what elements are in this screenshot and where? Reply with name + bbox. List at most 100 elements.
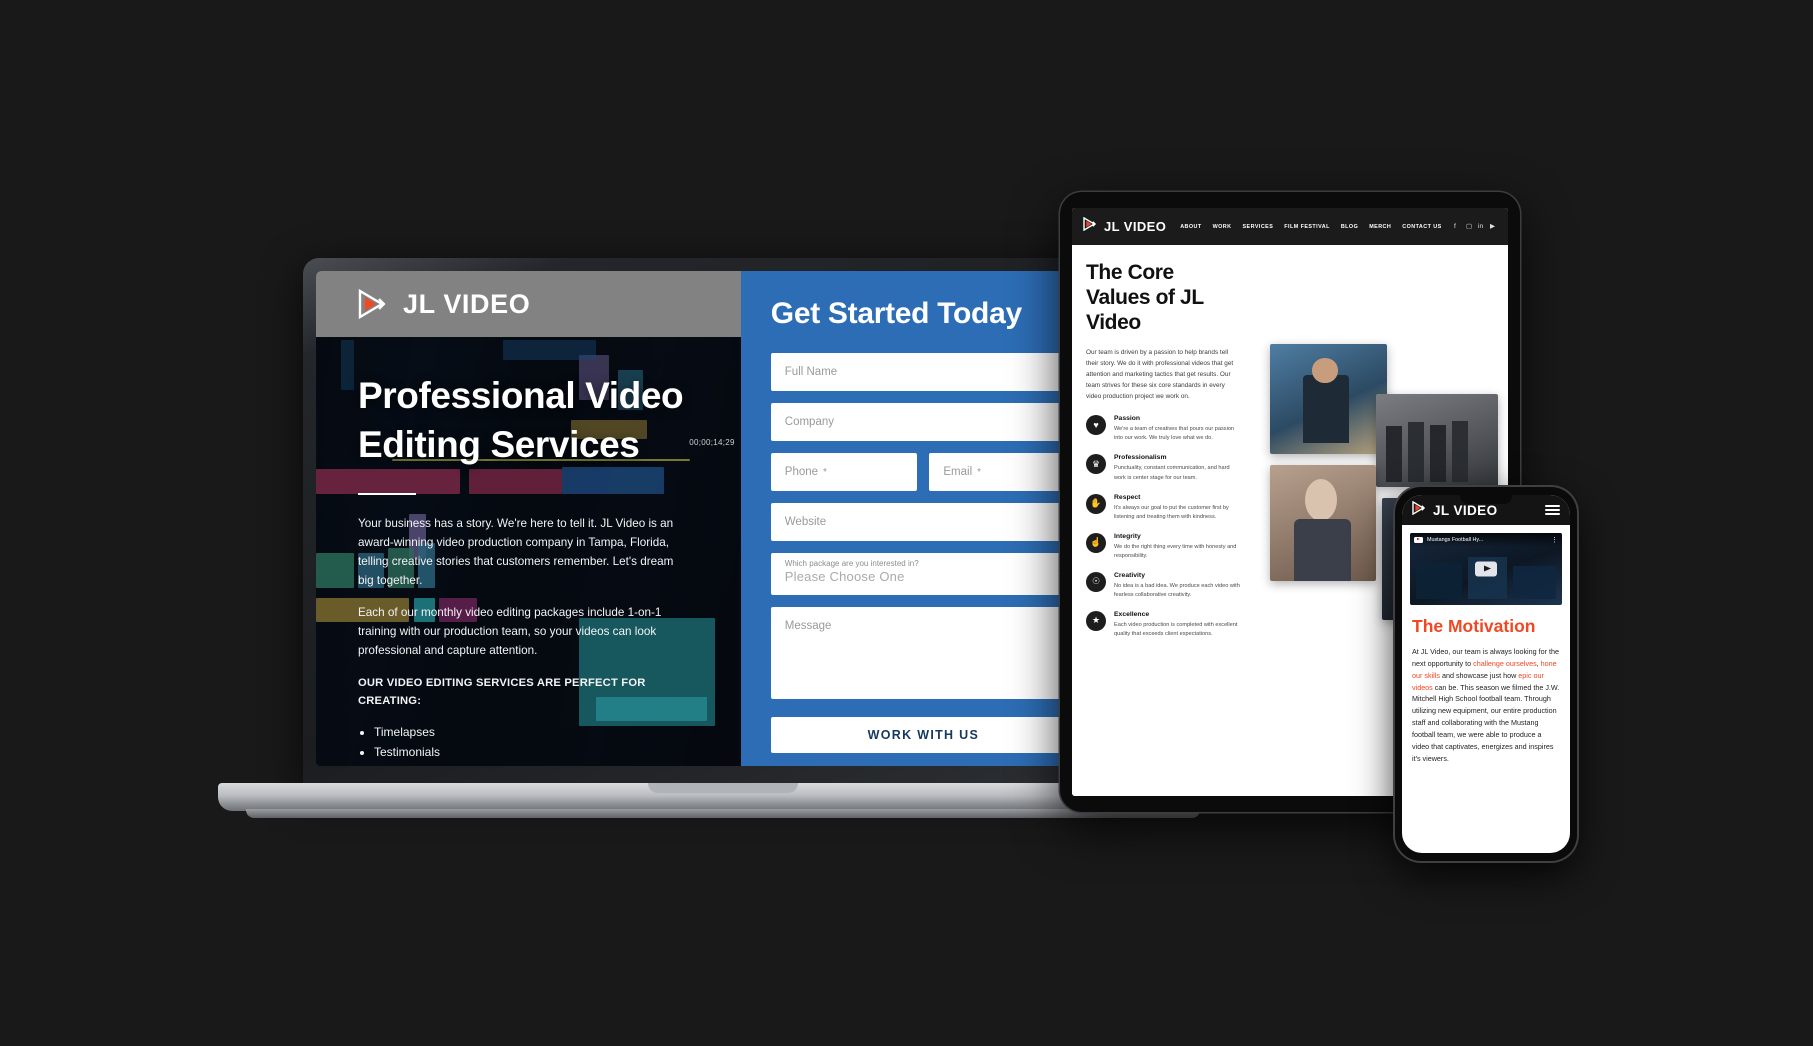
value-desc: No idea is a bad idea. We produce each v… bbox=[1114, 582, 1240, 598]
laptop-lid: JL VIDEO 00;00;14;29 Professional Video … bbox=[303, 258, 1123, 788]
email-placeholder: Email bbox=[943, 466, 973, 478]
phone-screen: JL VIDEO Mustangs Football Hy... ⋮ The M… bbox=[1402, 495, 1570, 853]
nav-item-blog[interactable]: BLOG bbox=[1341, 224, 1358, 230]
website-input[interactable]: Website bbox=[770, 503, 1076, 541]
core-values-list: ♥ Passion We're a team of creatives that… bbox=[1086, 415, 1241, 639]
package-select-value: Please Choose One bbox=[784, 569, 905, 585]
team-photo-portrait bbox=[1270, 465, 1377, 582]
linkedin-icon[interactable]: in bbox=[1478, 223, 1485, 230]
laptop-screen: JL VIDEO 00;00;14;29 Professional Video … bbox=[316, 271, 1110, 766]
phone-email-row: Phone * Email * bbox=[770, 453, 1076, 491]
heart-icon: ♥ bbox=[1086, 415, 1106, 436]
nav-item-merch[interactable]: MERCH bbox=[1369, 224, 1391, 230]
mockup-stage: JL VIDEO 00;00;14;29 Professional Video … bbox=[0, 0, 1813, 1046]
email-input[interactable]: Email * bbox=[929, 453, 1076, 491]
core-values-heading: The Core Values of JL Video bbox=[1086, 261, 1204, 334]
hero-service-list: Timelapses Testimonials bbox=[374, 723, 707, 762]
brand-name: JL VIDEO bbox=[403, 288, 531, 319]
handshake-icon: ✋ bbox=[1086, 493, 1106, 514]
submit-button[interactable]: WORK WITH US bbox=[770, 717, 1076, 753]
value-item-creativity: ☉ Creativity No idea is a bad idea. We p… bbox=[1086, 571, 1241, 600]
site-header: JL VIDEO bbox=[316, 271, 741, 337]
list-item: Timelapses bbox=[374, 723, 707, 742]
message-placeholder: Message bbox=[784, 620, 832, 632]
phone-body: JL VIDEO Mustangs Football Hy... ⋮ The M… bbox=[1395, 487, 1577, 861]
brand-logo[interactable]: JL VIDEO bbox=[358, 289, 530, 320]
hero-column: JL VIDEO 00;00;14;29 Professional Video … bbox=[316, 271, 741, 766]
message-textarea[interactable]: Message bbox=[770, 607, 1076, 699]
package-select[interactable]: Which package are you interested in? Ple… bbox=[770, 553, 1076, 595]
contact-form-panel: Get Started Today Full Name Company Phon… bbox=[740, 271, 1110, 766]
company-placeholder: Company bbox=[784, 416, 834, 428]
phone-device: JL VIDEO Mustangs Football Hy... ⋮ The M… bbox=[1395, 487, 1577, 861]
video-title: Mustangs Football Hy... bbox=[1427, 537, 1484, 543]
hero-content: Professional Video Editing Services Your… bbox=[316, 337, 741, 762]
value-item-professionalism: ♛ Professionalism Punctuality, constant … bbox=[1086, 454, 1241, 482]
phone-required-mark: * bbox=[823, 466, 827, 478]
hero-list-heading: OUR VIDEO EDITING SERVICES ARE PERFECT F… bbox=[358, 677, 646, 708]
video-header: Mustangs Football Hy... ⋮ bbox=[1410, 533, 1562, 547]
phone-brand-name: JL VIDEO bbox=[1433, 502, 1498, 518]
team-photo-group bbox=[1376, 393, 1498, 488]
phone-input[interactable]: Phone * bbox=[770, 453, 918, 491]
value-title: Excellence bbox=[1114, 610, 1150, 618]
tablet-social-links: f ▢ in ▶ bbox=[1454, 223, 1497, 230]
tablet-nav-menu: ABOUT WORK SERVICES FILM FESTIVAL BLOG M… bbox=[1180, 224, 1441, 230]
nav-item-services[interactable]: SERVICES bbox=[1243, 224, 1274, 230]
hero-paragraph-1: Your business has a story. We're here to… bbox=[358, 517, 674, 588]
value-desc: We do the right thing every time with ho… bbox=[1114, 543, 1237, 559]
value-title: Respect bbox=[1114, 493, 1141, 501]
submit-button-label: WORK WITH US bbox=[867, 728, 980, 742]
tablet-brand-logo[interactable]: JL VIDEO bbox=[1083, 216, 1167, 236]
core-values-intro: Our team is driven by a passion to help … bbox=[1086, 349, 1234, 401]
embedded-video-player[interactable]: Mustangs Football Hy... ⋮ bbox=[1410, 533, 1562, 605]
hero-heading: Professional Video Editing Services bbox=[358, 375, 684, 466]
hero-divider bbox=[358, 493, 416, 496]
kebab-menu-icon[interactable]: ⋮ bbox=[1551, 536, 1558, 544]
play-triangle-icon bbox=[1412, 500, 1428, 520]
value-title: Creativity bbox=[1114, 571, 1145, 579]
value-title: Professionalism bbox=[1114, 454, 1167, 462]
lightbulb-icon: ☉ bbox=[1086, 571, 1106, 592]
list-item: Testimonials bbox=[374, 743, 707, 762]
laptop-front-edge bbox=[246, 809, 1200, 818]
value-title: Passion bbox=[1114, 415, 1141, 423]
laptop-trackpad-notch bbox=[648, 783, 798, 793]
form-title: Get Started Today bbox=[770, 297, 1022, 330]
trophy-icon: ♛ bbox=[1086, 454, 1106, 475]
hero-paragraph-2: Each of our monthly video editing packag… bbox=[358, 606, 662, 658]
value-item-passion: ♥ Passion We're a team of creatives that… bbox=[1086, 415, 1241, 443]
hamburger-menu-icon[interactable] bbox=[1545, 502, 1560, 517]
company-input[interactable]: Company bbox=[770, 403, 1076, 441]
phone-body-text: At JL Video, our team is always looking … bbox=[1412, 646, 1560, 764]
website-placeholder: Website bbox=[784, 516, 827, 528]
full-name-input[interactable]: Full Name bbox=[770, 353, 1076, 391]
tablet-brand-name: JL VIDEO bbox=[1104, 219, 1167, 234]
youtube-icon bbox=[1414, 536, 1423, 544]
instagram-icon[interactable]: ▢ bbox=[1466, 223, 1473, 230]
value-desc: Punctuality, constant communication, and… bbox=[1114, 465, 1230, 481]
value-desc: It's always our goal to put the customer… bbox=[1114, 504, 1229, 520]
tablet-navbar: JL VIDEO ABOUT WORK SERVICES FILM FESTIV… bbox=[1072, 208, 1508, 245]
full-name-placeholder: Full Name bbox=[784, 366, 838, 378]
nav-item-contact-us[interactable]: CONTACT US bbox=[1402, 224, 1441, 230]
email-required-mark: * bbox=[977, 466, 982, 478]
thumbs-up-icon: ☝ bbox=[1086, 532, 1106, 553]
phone-notch bbox=[1460, 495, 1512, 504]
value-item-excellence: ★ Excellence Each video production is co… bbox=[1086, 610, 1241, 639]
nav-item-work[interactable]: WORK bbox=[1213, 224, 1232, 230]
core-values-column: The Core Values of JL Video Our team is … bbox=[1072, 245, 1255, 796]
value-title: Integrity bbox=[1114, 532, 1141, 540]
value-item-respect: ✋ Respect It's always our goal to put th… bbox=[1086, 493, 1241, 522]
youtube-icon[interactable]: ▶ bbox=[1490, 223, 1497, 230]
value-desc: We're a team of creatives that pours our… bbox=[1114, 426, 1235, 442]
star-icon: ★ bbox=[1086, 610, 1106, 631]
nav-item-film-festival[interactable]: FILM FESTIVAL bbox=[1284, 224, 1330, 230]
package-select-label: Which package are you interested in? bbox=[784, 559, 919, 568]
value-desc: Each video production is completed with … bbox=[1114, 621, 1238, 637]
nav-item-about[interactable]: ABOUT bbox=[1180, 224, 1201, 230]
play-triangle-icon bbox=[1083, 216, 1099, 236]
facebook-icon[interactable]: f bbox=[1454, 223, 1461, 230]
phone-placeholder: Phone bbox=[784, 466, 819, 478]
play-button-icon[interactable] bbox=[1475, 561, 1497, 577]
